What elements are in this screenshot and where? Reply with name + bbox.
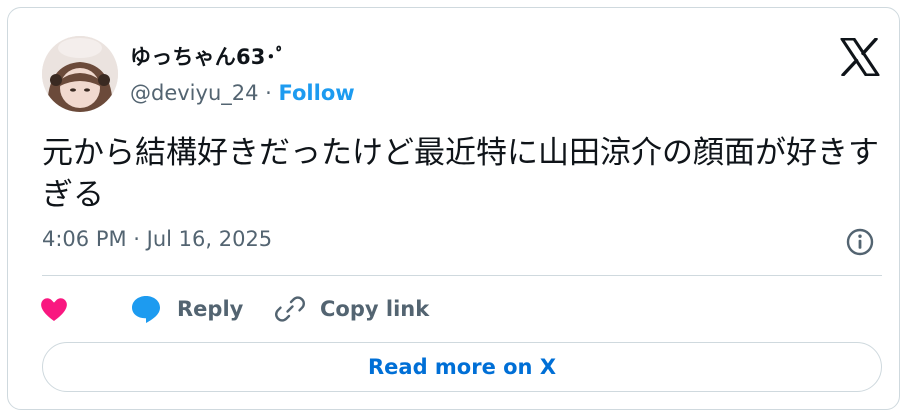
like-button[interactable]: [38, 291, 70, 327]
tweet-text: 元から結構好きだったけど最近特に山田涼介の顔面が好きすぎる: [42, 135, 879, 213]
heart-icon: [41, 298, 67, 321]
author-handle-row: @deviyu_24 · Follow: [130, 81, 355, 105]
handle-separator: ·: [258, 81, 279, 105]
reply-bubble-icon: [132, 296, 160, 323]
avatar[interactable]: [42, 36, 118, 112]
author-display-name[interactable]: ゆっちゃん63･ﾟ: [130, 41, 287, 71]
divider: [42, 275, 882, 276]
info-icon[interactable]: [844, 226, 876, 258]
follow-link[interactable]: Follow: [279, 81, 355, 105]
copy-link-button[interactable]: Copy link: [274, 291, 429, 327]
x-logo-icon[interactable]: [840, 38, 880, 76]
copy-link-label: Copy link: [320, 297, 430, 321]
avatar-image: [42, 36, 118, 112]
reply-button[interactable]: Reply: [129, 291, 243, 327]
link-icon: [275, 296, 305, 322]
tweet-embed-card: ゆっちゃん63･ﾟ @deviyu_24 · Follow 元から結構好きだった…: [7, 7, 900, 410]
author-handle[interactable]: @deviyu_24: [130, 81, 258, 105]
reply-label: Reply: [177, 297, 244, 321]
read-more-button[interactable]: Read more on X: [42, 342, 882, 392]
read-more-label: Read more on X: [367, 355, 557, 379]
tweet-timestamp[interactable]: 4:06 PM · Jul 16, 2025: [42, 227, 272, 251]
